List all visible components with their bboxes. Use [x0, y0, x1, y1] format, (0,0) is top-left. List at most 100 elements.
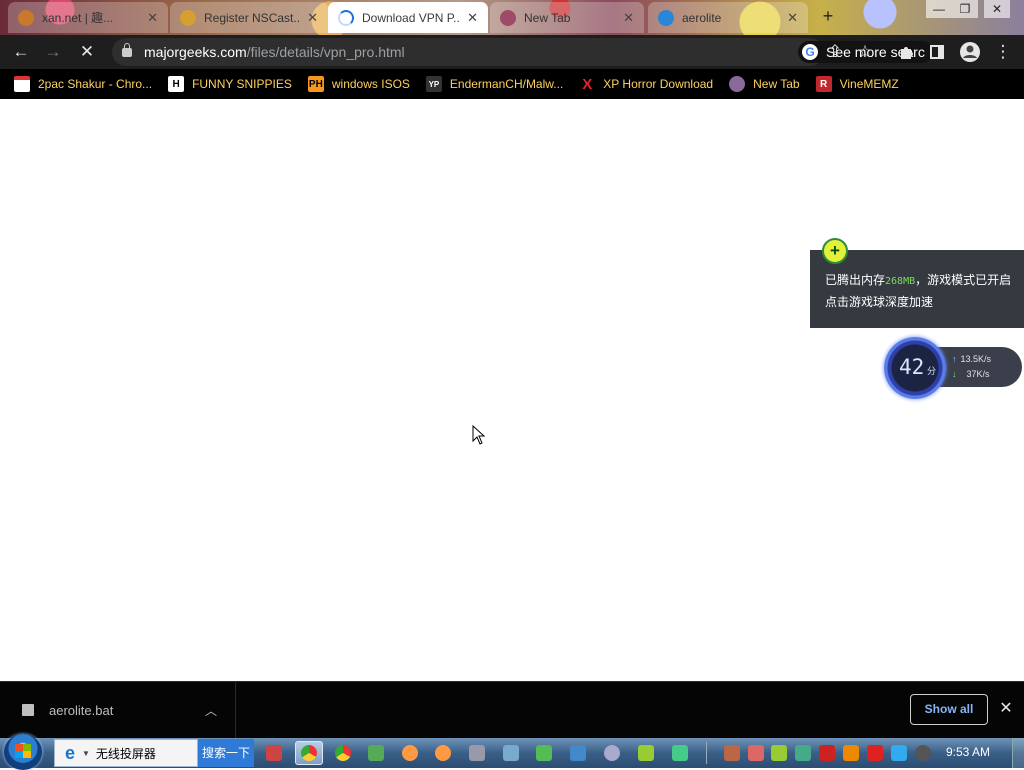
computer-icon: [469, 745, 485, 761]
r-logo-icon: R: [815, 76, 832, 92]
taskbar-app-shield[interactable]: [497, 741, 525, 765]
taskbar-search-box[interactable]: e ▼ 无线投屏器: [54, 739, 198, 767]
minimize-icon[interactable]: —: [926, 0, 952, 18]
back-arrow-icon[interactable]: ←: [8, 39, 34, 65]
browser-toolbar: ← → ✕ majorgeeks.com/files/details/vpn_p…: [0, 35, 1024, 69]
taskbar-app-1[interactable]: [260, 741, 288, 765]
loading-spinner-icon: [338, 9, 354, 26]
tray-icon-4[interactable]: [795, 745, 811, 761]
taskbar-app-browser[interactable]: [396, 741, 424, 765]
taskbar-app-mouse[interactable]: [598, 741, 626, 765]
bookmark-funny-snippies[interactable]: H FUNNY SNIPPIES: [168, 76, 292, 92]
tab-close-icon[interactable]: ✕: [147, 10, 158, 26]
more-menu-icon[interactable]: ⋮: [990, 39, 1016, 65]
extensions-puzzle-icon[interactable]: [893, 39, 919, 65]
tray-scroll-arrows[interactable]: [706, 742, 714, 764]
tab-close-icon[interactable]: ✕: [307, 10, 318, 26]
tray-icon-2[interactable]: [748, 745, 764, 761]
tab-title: New Tab: [524, 10, 571, 25]
boost-plus-icon[interactable]: +: [822, 238, 848, 264]
game-accelerator-ball[interactable]: 42 分: [884, 337, 946, 399]
dropdown-arrow-icon[interactable]: ▼: [82, 749, 90, 758]
taskbar-app-player[interactable]: [632, 741, 660, 765]
lock-icon[interactable]: [122, 42, 132, 57]
bookmark-label: FUNNY SNIPPIES: [192, 77, 292, 91]
taskbar-app-iqiyi[interactable]: [362, 741, 390, 765]
close-window-icon[interactable]: ✕: [984, 0, 1010, 18]
start-button[interactable]: [4, 734, 42, 770]
profile-avatar-icon[interactable]: [957, 39, 983, 65]
windows-taskbar: e ▼ 无线投屏器 搜索一下 9:53 AM: [0, 734, 1024, 770]
notification-line-1: 已腾出内存268MB，游戏模式已开启: [825, 270, 1024, 292]
download-speed-value: 37K/s: [966, 369, 990, 379]
bookmark-vinememz[interactable]: R VineMEMZ: [815, 76, 899, 92]
notice-text: ，游戏模式已开启: [915, 273, 1012, 287]
shield-icon: [503, 745, 519, 761]
tab-close-icon[interactable]: ✕: [623, 10, 634, 26]
bookmark-2pac[interactable]: 2pac Shakur - Chro...: [14, 76, 152, 92]
tray-icon-6[interactable]: [843, 745, 859, 761]
tab-aerolite[interactable]: aerolite ✕: [648, 2, 808, 33]
cursor-icon: [570, 745, 586, 761]
tab-new-tab[interactable]: New Tab ✕: [490, 2, 644, 33]
windows-icon: [672, 745, 688, 761]
url-text[interactable]: majorgeeks.com/files/details/vpn_pro.htm…: [144, 44, 405, 60]
ph-logo-icon: PH: [307, 76, 324, 92]
stop-loading-icon[interactable]: ✕: [74, 39, 100, 65]
bookmark-star-icon[interactable]: ☆: [852, 39, 878, 65]
side-panel-icon[interactable]: [924, 39, 950, 65]
taskbar-app-2[interactable]: [530, 741, 558, 765]
url-host: majorgeeks.com: [144, 44, 247, 60]
tab-title: xan.net | 趣...: [42, 11, 114, 25]
bookmark-xp-horror[interactable]: X XP Horror Download: [579, 76, 714, 93]
forward-arrow-icon[interactable]: →: [40, 39, 66, 65]
bookmark-label: XP Horror Download: [603, 77, 714, 91]
bookmark-label: VineMEMZ: [839, 77, 899, 91]
taskbar-app-windows[interactable]: [666, 741, 694, 765]
taskbar-app-chrome-2[interactable]: [329, 741, 357, 765]
download-item[interactable]: aerolite.bat ︿: [0, 682, 236, 738]
upload-arrow-icon: ↑: [952, 354, 957, 364]
chrome-icon-2: [335, 745, 351, 761]
chevron-up-icon[interactable]: ︿: [205, 702, 217, 719]
taskbar-clock[interactable]: 9:53 AM: [946, 745, 990, 759]
new-tab-plus-icon[interactable]: +: [818, 6, 838, 26]
browser-icon: [402, 745, 418, 761]
tray-icon-8[interactable]: [891, 745, 907, 761]
show-all-button[interactable]: Show all: [910, 694, 988, 725]
tab-favicon-icon: [180, 9, 196, 26]
tab-favicon-icon: [18, 9, 34, 26]
taskbar-search-button[interactable]: 搜索一下: [198, 739, 254, 767]
tray-icon-3[interactable]: [771, 745, 787, 761]
address-bar[interactable]: majorgeeks.com/files/details/vpn_pro.htm…: [112, 38, 933, 66]
taskbar-app-chrome[interactable]: [295, 741, 323, 765]
tab-close-icon[interactable]: ✕: [467, 10, 478, 26]
browser-tab-strip: xan.net | 趣... ✕ Register NSCast... ✕ Do…: [0, 0, 1024, 35]
file-icon: [22, 704, 34, 716]
tray-icon-5[interactable]: [819, 745, 835, 761]
taskbar-app-computer[interactable]: [463, 741, 491, 765]
taskbar-app-browser-2[interactable]: [429, 741, 457, 765]
app-icon-2: [536, 745, 552, 761]
browser-icon-2: [435, 745, 451, 761]
close-icon[interactable]: ✕: [996, 699, 1016, 719]
page-content: [0, 99, 1024, 681]
restore-icon[interactable]: ❐: [952, 0, 978, 18]
tab-download-vpn[interactable]: Download VPN P... ✕: [328, 2, 488, 33]
tab-register[interactable]: Register NSCast... ✕: [170, 2, 328, 33]
tray-icon-7[interactable]: [867, 745, 883, 761]
windows-logo-icon: [15, 744, 31, 758]
download-shelf: aerolite.bat ︿ Show all ✕: [0, 681, 1024, 738]
tab-xan[interactable]: xan.net | 趣... ✕: [8, 2, 168, 33]
bookmark-windows-isos[interactable]: PH windows ISOS: [307, 76, 410, 92]
show-desktop-button[interactable]: [1012, 738, 1024, 768]
bookmark-endermanch[interactable]: YP EndermanCH/Malw...: [425, 76, 563, 92]
share-icon[interactable]: ⇪: [822, 39, 848, 65]
taskbar-app-cursor[interactable]: [564, 741, 592, 765]
mouse-cursor-icon: [472, 425, 486, 445]
tray-icon-9[interactable]: [915, 745, 931, 761]
tray-icon-1[interactable]: [724, 745, 740, 761]
download-arrow-icon: ↓: [952, 369, 957, 379]
tab-close-icon[interactable]: ✕: [787, 10, 798, 26]
bookmark-new-tab[interactable]: New Tab: [729, 76, 800, 92]
